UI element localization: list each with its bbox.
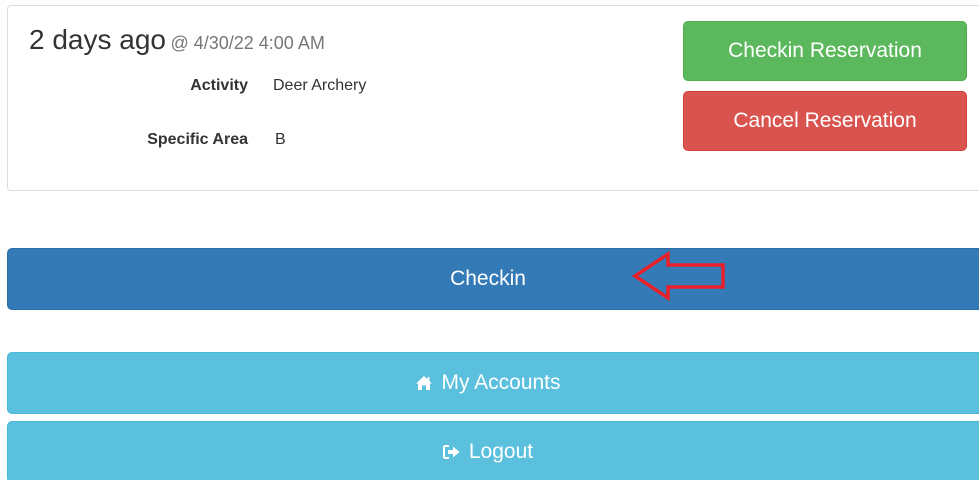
checkin-button[interactable]: Checkin	[7, 248, 979, 310]
cancel-reservation-button[interactable]: Cancel Reservation	[683, 91, 967, 151]
reservation-time: 2 days ago @ 4/30/22 4:00 AM	[29, 24, 325, 56]
my-accounts-label: My Accounts	[441, 371, 561, 394]
logout-label: Logout	[468, 440, 534, 463]
relative-time: 2 days ago	[29, 24, 166, 55]
arrow-left-icon	[632, 250, 725, 302]
page: 2 days ago @ 4/30/22 4:00 AM Activity De…	[0, 0, 979, 480]
logout-button[interactable]: Logout	[7, 421, 979, 480]
checkin-label: Checkin	[450, 267, 526, 290]
specific-area-label: Specific Area	[147, 131, 248, 148]
activity-value: Deer Archery	[273, 77, 367, 94]
sign-out-icon	[442, 444, 461, 460]
specific-area-value: B	[275, 131, 286, 148]
checkin-reservation-button[interactable]: Checkin Reservation	[683, 21, 967, 81]
reservation-datetime: @ 4/30/22 4:00 AM	[170, 33, 325, 53]
reservation-card: 2 days ago @ 4/30/22 4:00 AM Activity De…	[7, 5, 979, 191]
my-accounts-button[interactable]: My Accounts	[7, 352, 979, 414]
activity-label: Activity	[190, 77, 248, 94]
home-icon	[415, 375, 433, 391]
